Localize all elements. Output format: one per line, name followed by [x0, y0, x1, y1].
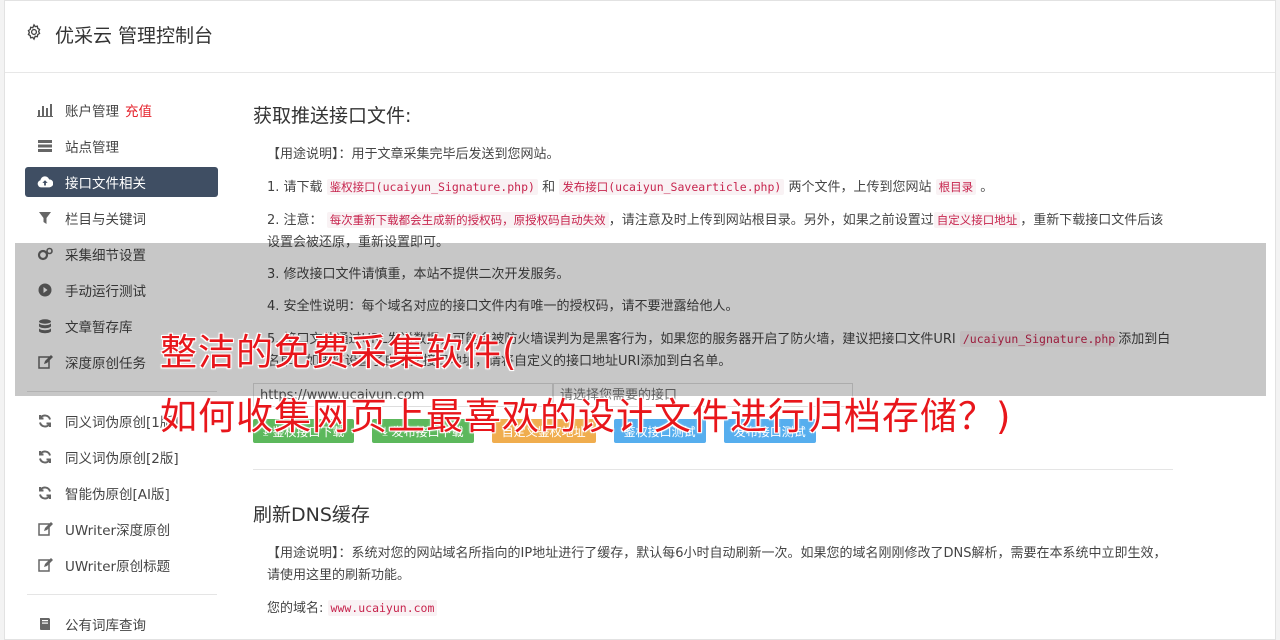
page-title: 优采云 管理控制台 [55, 25, 214, 47]
server-icon [37, 138, 53, 154]
refresh-icon [37, 449, 53, 465]
bar-chart-icon [37, 102, 53, 118]
code-root-dir: 根目录 [935, 179, 977, 195]
gear-icon [27, 23, 41, 41]
section-title-dns: 刷新DNS缓存 [253, 504, 370, 526]
text: 2. 注意： [267, 213, 323, 228]
text: ，请注意及时上传到网站根目录。另外，如果之前设置过 [608, 213, 934, 228]
sidebar-item-label: 智能伪原创[AI版] [65, 487, 170, 503]
dns-usage-note: 【用途说明】：系统对您的网站域名所指向的IP地址进行了缓存，默认每6小时自动刷新… [267, 543, 1173, 587]
sidebar-item-ai-rewrite[interactable]: 智能伪原创[AI版] [25, 478, 218, 508]
sidebar-item-label: 站点管理 [65, 140, 119, 156]
sidebar-item-label: 账户管理 [65, 104, 119, 120]
text: 两个文件，上传到您网站 [788, 180, 932, 195]
edit-icon [37, 521, 53, 537]
section-title-interface-files: 获取推送接口文件: [253, 105, 412, 127]
text: 和 [542, 180, 556, 195]
sidebar-divider [27, 594, 217, 595]
sidebar-item-label: UWriter深度原创 [65, 523, 171, 539]
usage-text: ：系统对您的网站域名所指向的IP地址进行了缓存，默认每6小时自动刷新一次。如果您… [267, 546, 1167, 583]
overlay-title-line-1: 整洁的免费采集软件( [160, 331, 518, 374]
book-icon [37, 616, 53, 632]
sidebar-item-interface-files[interactable]: 接口文件相关 [25, 167, 218, 197]
section-divider [253, 469, 1173, 470]
refresh-icon [37, 485, 53, 501]
sidebar-item-synonym-v2[interactable]: 同义词伪原创[2版] [25, 442, 218, 472]
text: 1. 请下载 [267, 180, 323, 195]
code-auth-file: 鉴权接口(ucaiyun_Signature.php) [326, 179, 538, 195]
sidebar-item-label: 公有词库查询 [65, 618, 146, 634]
domain-label: 您的域名: [267, 601, 324, 616]
sidebar-item-label: 栏目与关键词 [65, 212, 146, 228]
instruction-1: 1. 请下载 鉴权接口(ucaiyun_Signature.php) 和 发布接… [267, 176, 1173, 199]
code-warning: 每次重新下载都会生成新的授权码，原授权码自动失效 [326, 212, 609, 228]
filter-icon [37, 210, 53, 226]
sidebar-item-account[interactable]: 账户管理 充值 [25, 95, 218, 125]
recharge-link[interactable]: 充值 [125, 100, 152, 120]
usage-text: ：用于文章采集完毕后发送到您网站。 [338, 147, 560, 162]
sidebar-item-public-lexicon[interactable]: 公有词库查询 [25, 609, 218, 639]
usage-label: 【用途说明】 [267, 147, 339, 162]
sidebar-item-label: 接口文件相关 [65, 176, 146, 192]
cloud-upload-icon [37, 174, 53, 190]
domain-value: www.ucaiyun.com [327, 600, 438, 616]
top-bar: 优采云 管理控制台 [5, 1, 1275, 73]
refresh-icon [37, 413, 53, 429]
domain-row: 您的域名: www.ucaiyun.com [267, 597, 1173, 620]
sidebar-item-sites[interactable]: 站点管理 [25, 131, 218, 161]
sidebar-item-label: UWriter原创标题 [65, 559, 171, 575]
sidebar-item-uwriter-title[interactable]: UWriter原创标题 [25, 550, 218, 580]
usage-label: 【用途说明】 [267, 546, 339, 561]
code-publish-file: 发布接口(ucaiyun_Savearticle.php) [559, 179, 785, 195]
usage-note: 【用途说明】：用于文章采集完毕后发送到您网站。 [267, 144, 1173, 166]
sidebar-item-label: 同义词伪原创[2版] [65, 451, 179, 467]
code-custom-url: 自定义接口地址 [933, 212, 1021, 228]
text: 。 [980, 180, 994, 195]
sidebar-item-uwriter-deep[interactable]: UWriter深度原创 [25, 514, 218, 544]
sidebar-item-columns-keywords[interactable]: 栏目与关键词 [25, 203, 218, 233]
edit-icon [37, 557, 53, 573]
overlay-title-line-2: 如何收集网页上最喜欢的设计文件进行归档存储？) [160, 395, 1012, 438]
